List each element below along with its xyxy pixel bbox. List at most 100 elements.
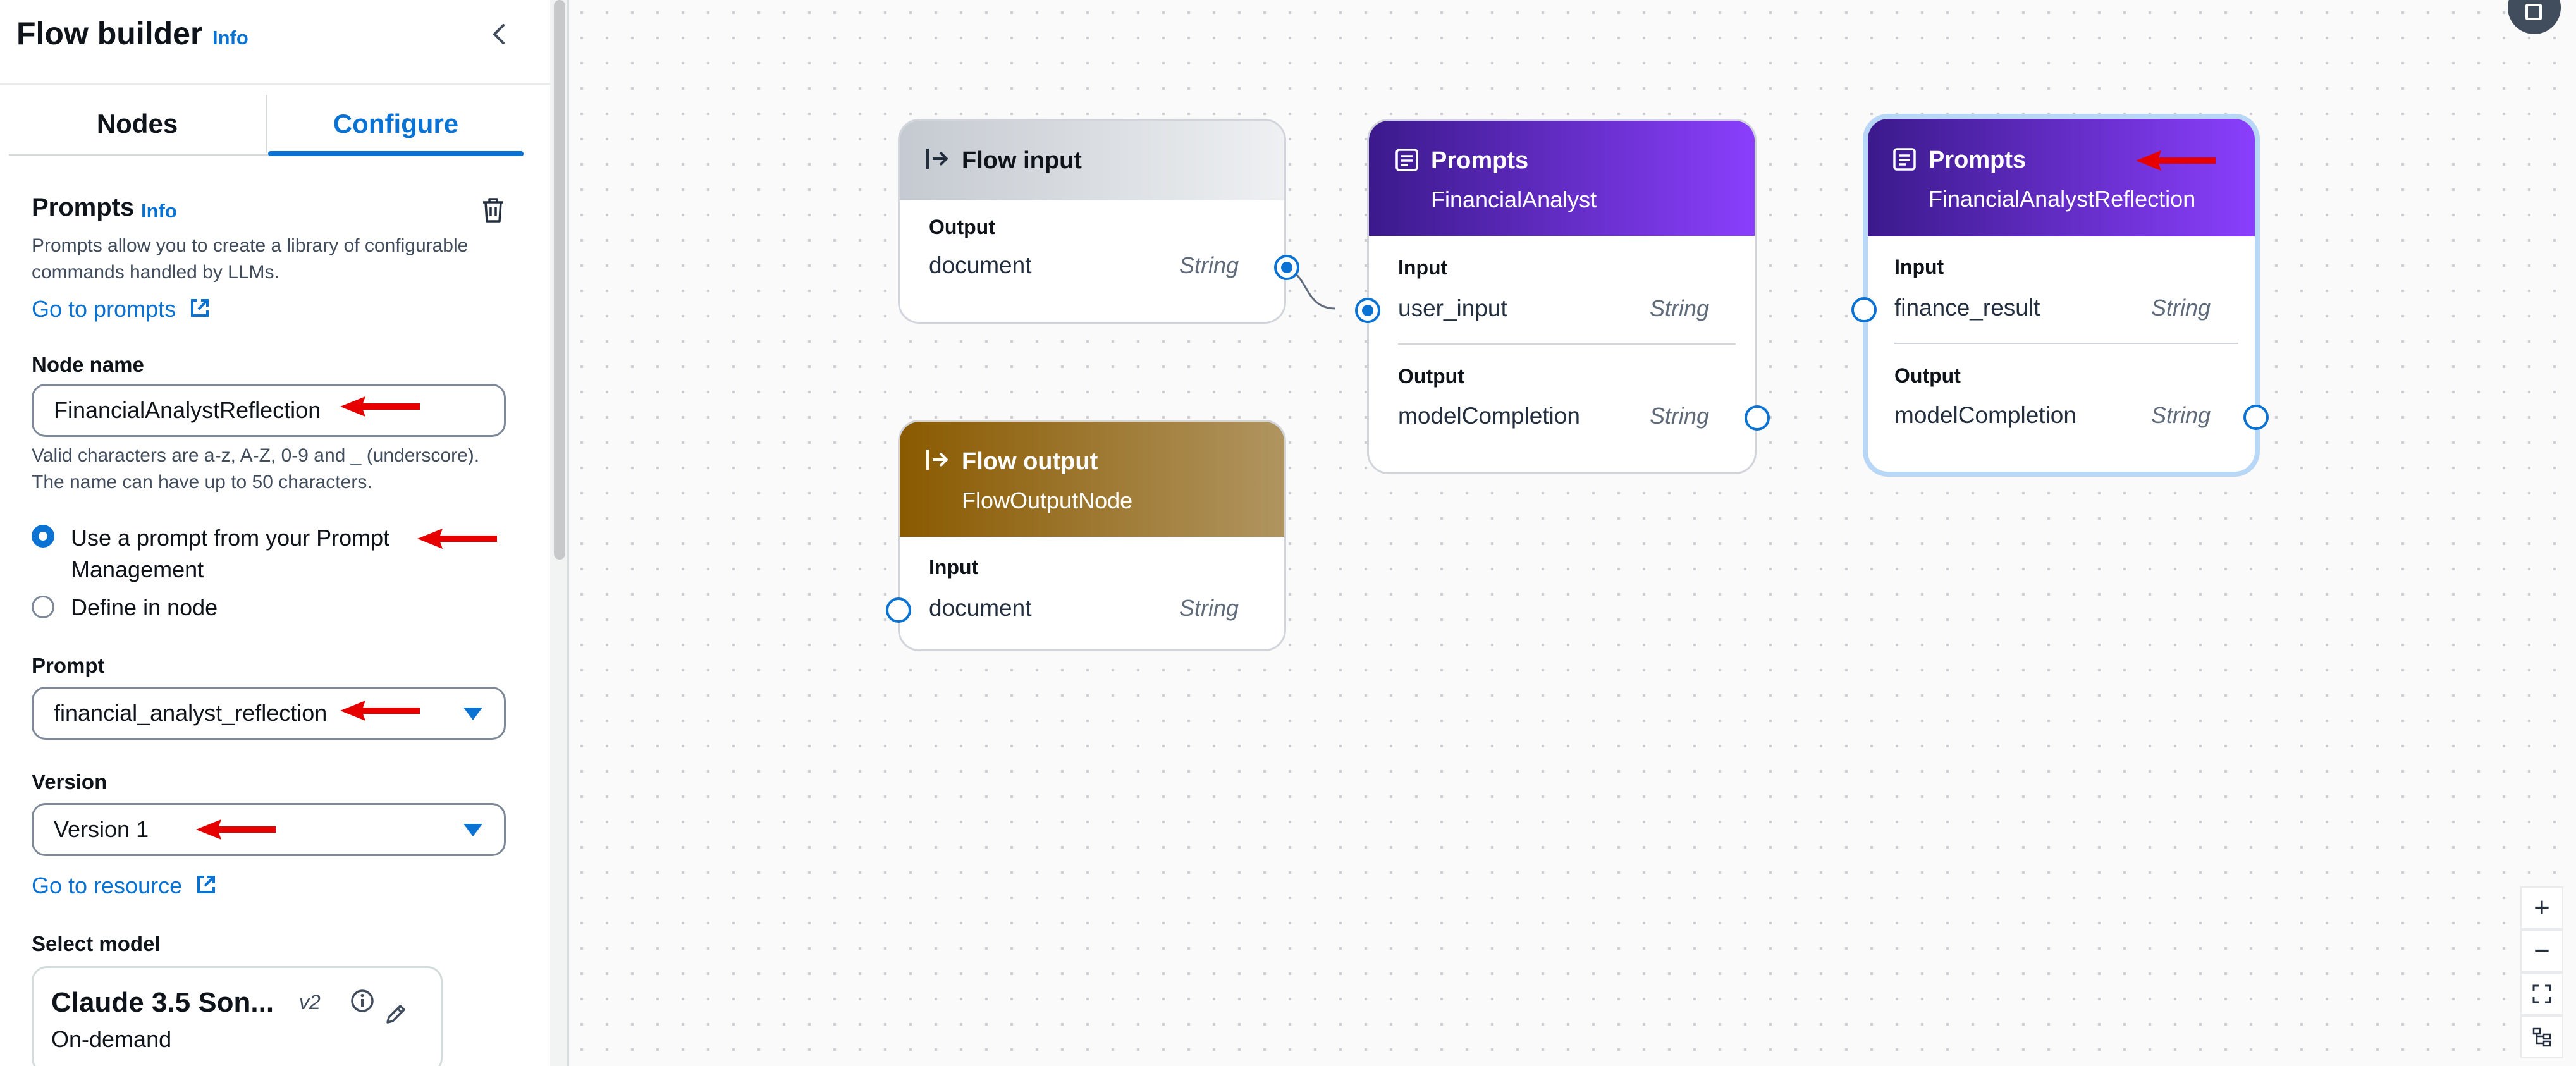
annotation-arrow-icon: [417, 529, 497, 549]
flow-output-node[interactable]: Flow output FlowOutputNode Input documen…: [886, 420, 1286, 651]
select-model-label: Select model: [32, 932, 161, 955]
chevron-left-icon[interactable]: [488, 23, 511, 46]
tab-configure[interactable]: Configure: [268, 109, 524, 139]
prompt-label: Prompt: [32, 654, 105, 677]
financial-analyst-output-label: Output: [1398, 365, 1464, 388]
flow-output-subtitle: FlowOutputNode: [962, 487, 1133, 513]
financial-analyst-node[interactable]: Prompts FinancialAnalyst Input user_inpu…: [1355, 119, 1770, 474]
flow-io-icon: [926, 149, 948, 169]
panel-title: Flow builder: [16, 16, 203, 51]
financial-analyst-reflection-input-handle[interactable]: [1851, 297, 1877, 322]
node-name-help: Valid characters are a-z, A-Z, 0-9 and _…: [32, 443, 537, 496]
radio-define-in-node[interactable]: [32, 596, 54, 618]
flow-output-header: Flow output FlowOutputNode: [900, 422, 1284, 537]
tab-nodes[interactable]: Nodes: [9, 109, 266, 139]
info-icon[interactable]: [350, 988, 375, 1014]
fit-view-icon[interactable]: [2520, 972, 2563, 1015]
version-label: Version: [32, 770, 107, 793]
caret-down-icon: [463, 824, 482, 836]
trash-icon[interactable]: [479, 196, 507, 224]
flow-output-input-label: Input: [929, 556, 979, 579]
financial-analyst-input-handle[interactable]: [1355, 298, 1380, 323]
prompt-doc-icon: [1395, 149, 1418, 171]
pencil-icon[interactable]: [383, 1001, 409, 1027]
flow-io-icon: [926, 450, 948, 470]
financial-analyst-reflection-input-type: String: [2150, 295, 2211, 321]
radio-option-1-line-1: Use a prompt from your Prompt: [71, 525, 390, 551]
financial-analyst-reflection-input-label: Input: [1894, 255, 1944, 278]
node-name-help-line-2: The name can have up to 50 characters.: [32, 472, 372, 493]
flow-input-output-name: document: [929, 252, 1032, 278]
annotation-arrow-icon: [196, 819, 276, 840]
flow-input-output-type: String: [1179, 252, 1239, 278]
model-mode: On-demand: [51, 1026, 172, 1052]
section-info-link[interactable]: Info: [141, 200, 177, 223]
tab-divider: [266, 95, 267, 153]
financial-analyst-reflection-input-name: finance_result: [1894, 295, 2040, 321]
flow-canvas[interactable]: Flow input Output document String Flow o…: [569, 0, 2576, 1066]
model-card[interactable]: Claude 3.5 Son... v2 On-demand: [32, 966, 443, 1066]
prompt-select-value: financial_analyst_reflection: [54, 700, 328, 726]
section-title: Prompts: [32, 193, 135, 221]
financial-analyst-subtitle: FinancialAnalyst: [1431, 187, 1597, 212]
annotation-arrow-icon: [2136, 150, 2216, 171]
flow-input-output-label: Output: [929, 216, 995, 238]
flow-input-node[interactable]: Flow input Output document String: [898, 119, 1299, 324]
model-name: Claude 3.5 Son...: [51, 987, 274, 1018]
flow-output-input-handle[interactable]: [886, 597, 911, 623]
radio-define-in-node-label: Define in node: [71, 594, 218, 620]
go-to-prompts-link[interactable]: Go to prompts: [32, 296, 211, 322]
section-description: Prompts allow you to create a library of…: [32, 235, 469, 283]
flow-builder-panel: Flow builder Info Nodes Configure Prompt…: [0, 0, 550, 1066]
zoom-in-icon[interactable]: +: [2520, 886, 2563, 929]
annotation-arrow-icon: [340, 701, 420, 721]
annotation-arrow-icon: [340, 396, 420, 417]
financial-analyst-reflection-output-label: Output: [1894, 364, 1961, 387]
external-link-icon: [191, 299, 209, 317]
flow-output-input-name: document: [929, 595, 1032, 621]
financial-analyst-reflection-node[interactable]: Prompts FinancialAnalystReflection Input…: [1851, 114, 2269, 477]
header-divider: [0, 83, 550, 85]
radio-prompt-management-label: Use a prompt from your Prompt Management: [71, 522, 389, 585]
prompt-select[interactable]: financial_analyst_reflection: [32, 687, 506, 740]
flow-input-title: Flow input: [962, 147, 1082, 174]
external-link-icon: [197, 876, 216, 893]
financial-analyst-header: Prompts FinancialAnalyst: [1369, 121, 1755, 236]
go-to-resource-label: Go to resource: [32, 873, 183, 898]
prompt-doc-icon: [1893, 148, 1916, 171]
flow-input-header: Flow input: [900, 121, 1284, 200]
radio-option-1-line-2: Management: [71, 556, 204, 582]
node-name-help-line-1: Valid characters are a-z, A-Z, 0-9 and _…: [32, 445, 480, 466]
caret-down-icon: [463, 708, 482, 720]
financial-analyst-title: Prompts: [1431, 147, 1529, 174]
go-to-prompts-label: Go to prompts: [32, 296, 176, 322]
node-name-input[interactable]: FinancialAnalystReflection: [32, 384, 506, 437]
financial-analyst-reflection-divider: [1894, 343, 2238, 344]
go-to-resource-link[interactable]: Go to resource: [32, 873, 218, 899]
flow-input-output-handle[interactable]: [1274, 255, 1299, 280]
model-version: v2: [299, 991, 321, 1014]
flow-output-input-type: String: [1179, 595, 1239, 621]
panel-info-link[interactable]: Info: [212, 27, 248, 49]
financial-analyst-divider: [1398, 343, 1736, 345]
financial-analyst-input-type: String: [1649, 295, 1709, 321]
flow-output-title: Flow output: [962, 448, 1098, 475]
financial-analyst-reflection-header: Prompts FinancialAnalystReflection: [1868, 119, 2255, 236]
financial-analyst-reflection-output-handle[interactable]: [2243, 405, 2269, 430]
corner-action-button[interactable]: [2508, 0, 2561, 34]
layout-icon[interactable]: [2520, 1015, 2563, 1058]
financial-analyst-reflection-output-type: String: [2150, 402, 2211, 428]
financial-analyst-input-name: user_input: [1398, 295, 1507, 321]
financial-analyst-output-type: String: [1649, 403, 1709, 429]
financial-analyst-reflection-title: Prompts: [1929, 147, 2027, 173]
financial-analyst-input-label: Input: [1398, 256, 1448, 279]
version-select-value: Version 1: [54, 816, 149, 842]
financial-analyst-reflection-subtitle: FinancialAnalystReflection: [1929, 186, 2196, 212]
radio-prompt-management[interactable]: [32, 525, 54, 548]
node-name-value: FinancialAnalystReflection: [54, 397, 321, 423]
panel-scrollbar-thumb[interactable]: [554, 0, 565, 560]
zoom-out-icon[interactable]: −: [2520, 929, 2563, 972]
node-name-label: Node name: [32, 353, 144, 376]
financial-analyst-output-name: modelCompletion: [1398, 403, 1580, 429]
financial-analyst-output-handle[interactable]: [1745, 405, 1770, 431]
